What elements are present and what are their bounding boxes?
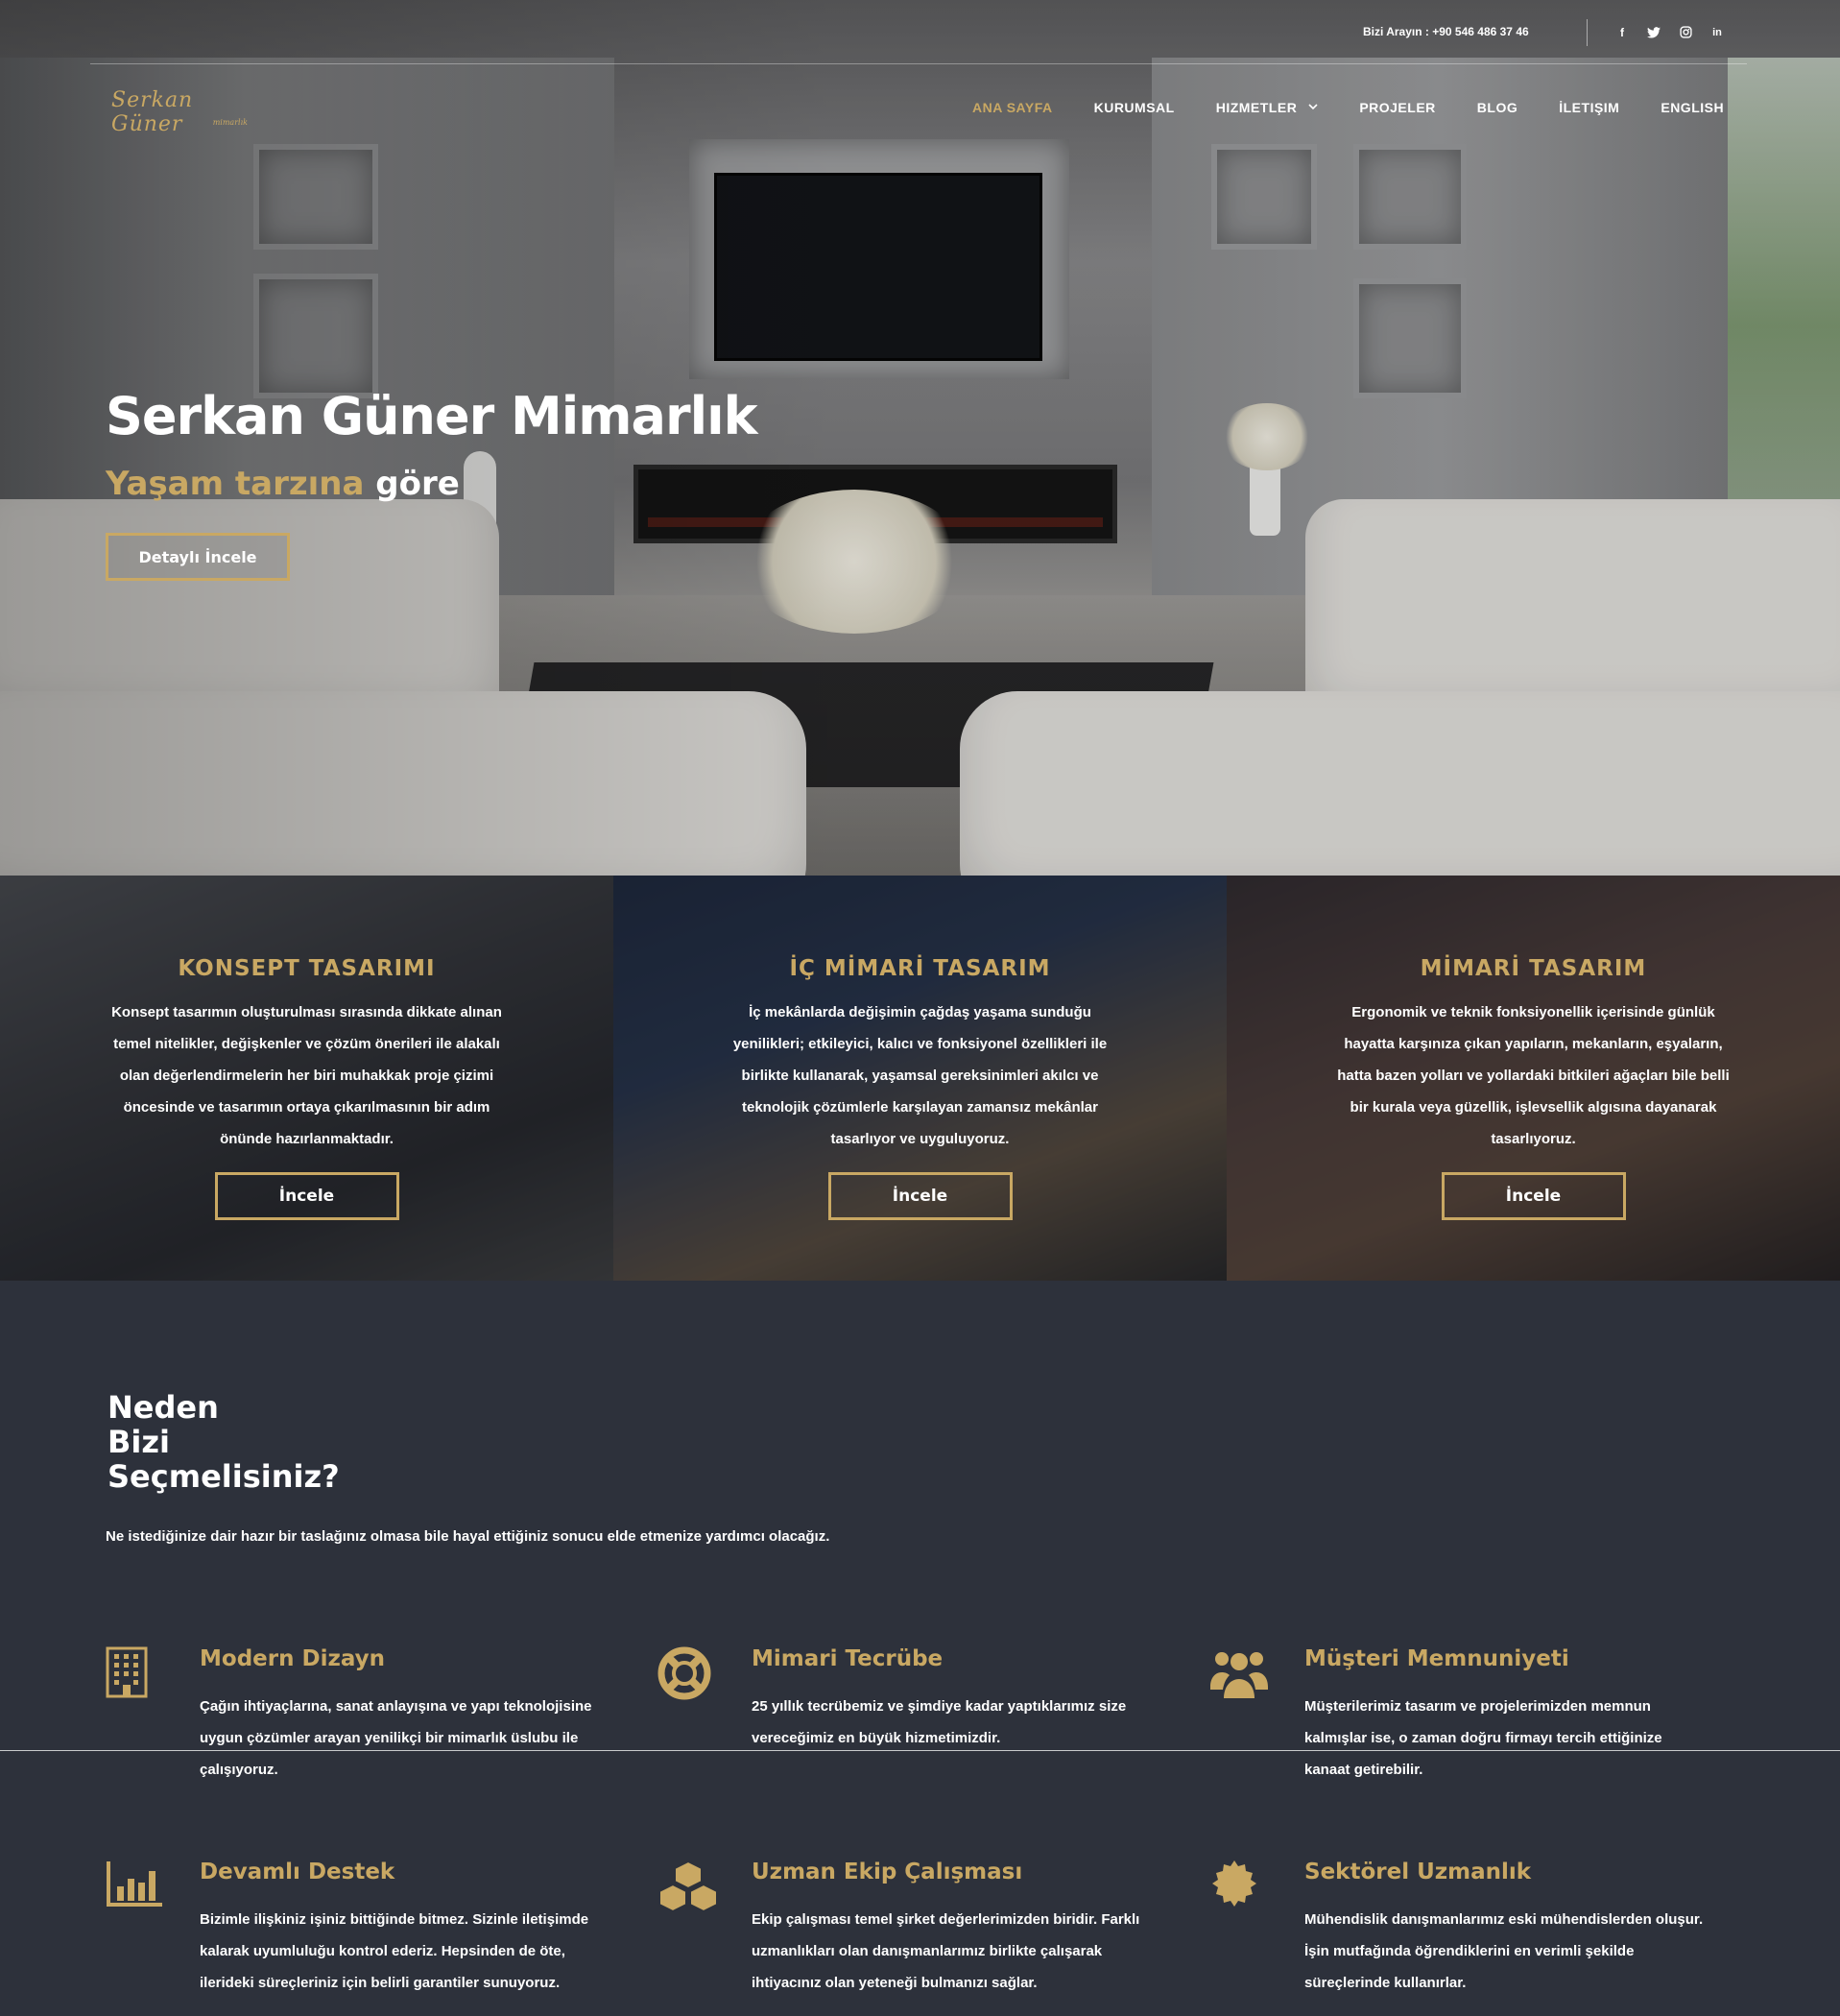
topbar-divider <box>1587 19 1588 46</box>
certificate-icon <box>1210 1860 1268 1917</box>
card-title: İÇ MİMARİ TASARIM <box>789 956 1051 981</box>
why-us-title-line: Seçmelisiniz? <box>108 1458 340 1495</box>
services-section: KONSEPT TASARIMI Konsept tasarımın oluşt… <box>0 876 1840 1281</box>
feature-text: Bizimle ilişkiniz işiniz bittiğinde bitm… <box>200 1911 589 1991</box>
nav-item-iletisim[interactable]: İLETIŞIM <box>1559 100 1619 115</box>
nav-item-hizmetler[interactable]: HIZMETLER <box>1216 100 1319 115</box>
nav-item-projeler[interactable]: PROJELER <box>1359 100 1435 115</box>
feature-title: Sektörel Uzmanlık <box>1304 1860 1532 1884</box>
logo-text: Serkan Güner <box>111 88 194 136</box>
card-incele-button[interactable]: İncele <box>827 1172 1013 1220</box>
linkedin-icon[interactable]: in <box>1708 23 1727 42</box>
header-divider <box>90 63 1747 64</box>
nav-item-kurumsal[interactable]: KURUMSAL <box>1094 100 1175 115</box>
feature-text: Çağın ihtiyaçlarına, sanat anlayışına ve… <box>200 1698 592 1778</box>
feature-text: Mühendislik danışmanlarımız eski mühendi… <box>1304 1911 1704 1991</box>
users-icon <box>1210 1646 1268 1704</box>
life-ring-icon <box>657 1646 715 1704</box>
feature-text: Müşterilerimiz tasarım ve projelerimizde… <box>1304 1698 1662 1778</box>
why-us-title-line: Bizi <box>108 1424 170 1460</box>
card-title: KONSEPT TASARIMI <box>178 956 436 981</box>
hero-title: Serkan Güner Mimarlık <box>106 386 758 446</box>
service-card-architecture: MİMARİ TASARIM Ergonomik ve teknik fonks… <box>1227 876 1840 1281</box>
feature-text: Ekip çalışması temel şirket değerlerimiz… <box>752 1911 1140 1991</box>
phone-number[interactable]: Bizi Arayın : +90 546 486 37 46 <box>1363 25 1529 38</box>
feature-title: Devamlı Destek <box>200 1860 395 1884</box>
nav-item-hizmetler-label: HIZMETLER <box>1215 100 1298 115</box>
twitter-icon[interactable] <box>1644 23 1663 42</box>
hero-detail-button[interactable]: Detaylı İncele <box>106 533 290 581</box>
hero-subtitle-highlight: Yaşam tarzına <box>106 465 365 503</box>
facebook-icon[interactable]: f <box>1613 23 1632 42</box>
hero-section: Bizi Arayın : +90 546 486 37 46 f in Ser… <box>0 0 1840 876</box>
card-incele-button[interactable]: İncele <box>1441 1172 1626 1220</box>
card-text: Konsept tasarımın oluşturulması sırasınd… <box>111 1004 502 1147</box>
feature-text: 25 yıllık tecrübemiz ve şimdiye kadar ya… <box>752 1698 1127 1746</box>
card-title: MİMARİ TASARIM <box>1420 956 1647 981</box>
feature-title: Mimari Tecrübe <box>752 1646 944 1671</box>
feature-title: Müşteri Memnuniyeti <box>1304 1646 1569 1671</box>
logo-subtext: mimarlık <box>212 118 248 127</box>
service-card-interior: İÇ MİMARİ TASARIM İç mekânlarda değişimi… <box>613 876 1227 1281</box>
why-us-title-line: Neden <box>108 1389 219 1426</box>
card-text: Ergonomik ve teknik fonksiyonellik içeri… <box>1337 1004 1730 1147</box>
why-us-title: Neden Bizi Seçmelisiniz? <box>108 1390 340 1494</box>
why-us-lead: Ne istediğinize dair hazır bir taslağını… <box>106 1528 830 1545</box>
bar-chart-icon <box>106 1860 163 1917</box>
logo[interactable]: Serkan Güner mimarlık <box>111 88 255 136</box>
building-icon <box>106 1646 163 1704</box>
nav-item-english[interactable]: ENGLISH <box>1661 100 1724 115</box>
service-card-concept: KONSEPT TASARIMI Konsept tasarımın oluşt… <box>0 876 613 1281</box>
cubes-icon <box>657 1860 718 1917</box>
nav-item-blog[interactable]: BLOG <box>1477 100 1517 115</box>
nav-item-ana-sayfa[interactable]: ANA SAYFA <box>972 100 1053 115</box>
feature-title: Modern Dizayn <box>200 1646 386 1671</box>
main-nav: ANA SAYFA KURUMSAL HIZMETLER PROJELER BL… <box>972 98 1724 117</box>
hero-subtitle: Yaşam tarzına göre <box>106 465 460 503</box>
card-text: İç mekânlarda değişimin çağdaş yaşama su… <box>732 1004 1108 1147</box>
card-incele-button[interactable]: İncele <box>214 1172 399 1220</box>
hero-subtitle-rest: göre <box>364 465 460 503</box>
feature-title: Uzman Ekip Çalışması <box>752 1860 1023 1884</box>
instagram-icon[interactable] <box>1676 23 1695 42</box>
chevron-down-icon <box>1308 103 1318 113</box>
section-divider <box>0 1750 1840 1751</box>
